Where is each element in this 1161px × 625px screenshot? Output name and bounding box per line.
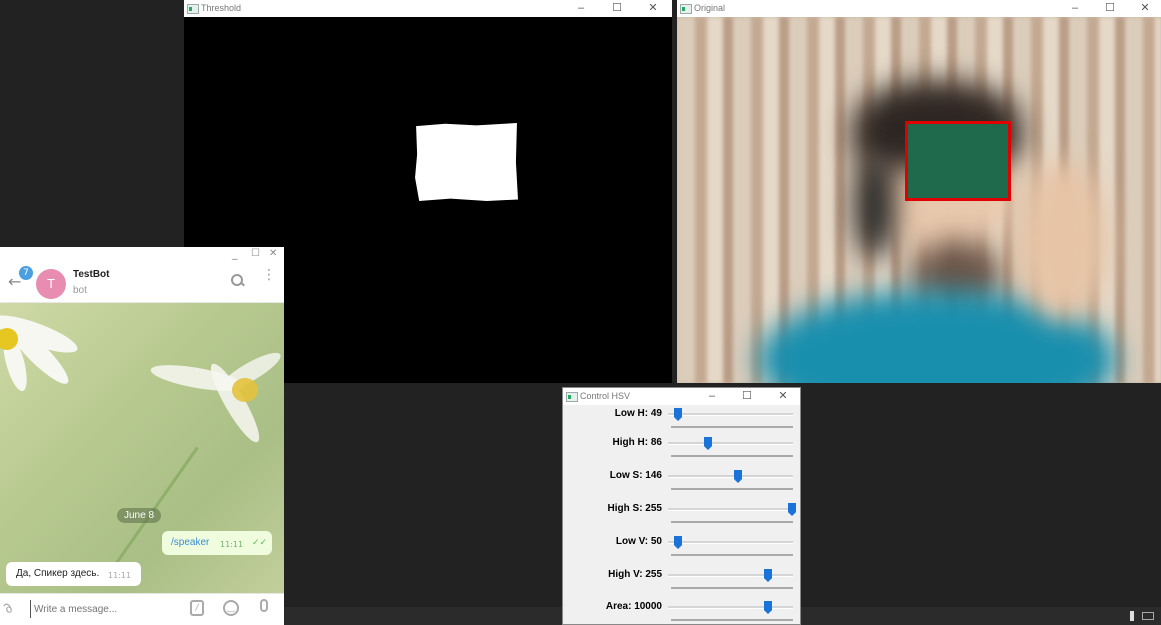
trackbar-row: High S: 255 <box>563 503 800 533</box>
notification-icon[interactable] <box>1130 611 1134 621</box>
message-time: 11:11 <box>108 571 132 580</box>
trackbar-scale <box>671 426 793 428</box>
trackbar-row: High H: 86 <box>563 437 800 467</box>
trackbar-row: Low S: 146 <box>563 470 800 500</box>
trackbar-label: Low H: 49 <box>614 408 662 419</box>
avatar[interactable]: T <box>36 269 66 299</box>
trackbar-label: High V: 255 <box>608 569 662 580</box>
window-app-icon <box>680 4 692 14</box>
bot-command-icon[interactable]: / <box>190 600 204 616</box>
trackbar-scale <box>671 587 793 589</box>
trackbar-row: Low V: 50 <box>563 536 800 566</box>
trackbar-thumb[interactable] <box>764 569 772 582</box>
trackbar-label: Low V: 50 <box>615 536 662 547</box>
close-icon[interactable]: ✕ <box>773 388 793 405</box>
maximize-icon[interactable]: ☐ <box>1100 0 1120 17</box>
trackbar-scale <box>671 488 793 490</box>
original-title: Original <box>694 3 726 13</box>
search-icon-handle <box>240 281 245 287</box>
minimize-icon[interactable]: – <box>1065 0 1085 17</box>
trackbar-track[interactable] <box>668 475 793 478</box>
composer: ∂ / ‿ <box>0 593 284 625</box>
more-menu-icon[interactable]: ⋮ <box>262 268 276 282</box>
incoming-message[interactable]: Да, Спикер здесь. 11:11 <box>6 562 141 586</box>
minimize-icon[interactable]: – <box>702 388 722 405</box>
minimize-icon[interactable]: _ <box>232 247 238 260</box>
trackbar-scale <box>671 619 793 621</box>
attach-icon[interactable]: ∂ <box>0 599 17 617</box>
chat-name[interactable]: TestBot <box>73 269 109 280</box>
trackbar-track[interactable] <box>668 508 793 511</box>
microphone-icon[interactable] <box>260 599 268 612</box>
original-window: Original – ☐ ✕ <box>677 0 1161 383</box>
threshold-titlebar[interactable]: Threshold – ☐ ✕ <box>184 0 672 17</box>
screen-icon[interactable] <box>1142 612 1154 620</box>
date-badge: June 8 <box>117 508 162 523</box>
original-titlebar[interactable]: Original – ☐ ✕ <box>677 0 1161 17</box>
telegram-window: _ ☐ ✕ ← 7 T TestBot bot ⋮ June 8 /speake… <box>0 247 284 625</box>
close-icon[interactable]: ✕ <box>1135 0 1155 17</box>
unread-badge: 7 <box>19 266 33 280</box>
read-check-icon: ✓✓ <box>252 538 268 548</box>
trackbar-label: High H: 86 <box>612 437 662 448</box>
maximize-icon[interactable]: ☐ <box>737 388 757 405</box>
trackbar-thumb[interactable] <box>788 503 796 516</box>
message-time: 11:11 <box>220 540 244 549</box>
outgoing-message[interactable]: /speaker 11:11 ✓✓ <box>162 531 272 555</box>
maximize-icon[interactable]: ☐ <box>251 248 260 259</box>
detection-box <box>905 121 1011 201</box>
trackbar-track[interactable] <box>668 442 793 445</box>
trackbar-label: High S: 255 <box>607 503 662 514</box>
trackbar-scale <box>671 455 793 457</box>
minimize-icon[interactable]: – <box>571 0 591 17</box>
trackbar-track[interactable] <box>668 606 793 609</box>
trackbar-track[interactable] <box>668 574 793 577</box>
trackbar-thumb[interactable] <box>734 470 742 483</box>
message-text[interactable]: /speaker <box>171 537 209 548</box>
trackbar-thumb[interactable] <box>674 536 682 549</box>
headphone-region <box>855 150 895 260</box>
window-app-icon <box>187 4 199 14</box>
hsv-titlebar[interactable]: Control HSV – ☐ ✕ <box>563 388 800 405</box>
trackbar-track[interactable] <box>668 413 793 416</box>
threshold-title: Threshold <box>201 3 242 13</box>
trackbar-track[interactable] <box>668 541 793 544</box>
trackbar-label: Low S: 146 <box>609 470 662 481</box>
maximize-icon[interactable]: ☐ <box>607 0 627 17</box>
trackbar-thumb[interactable] <box>674 408 682 421</box>
chat-status: bot <box>73 285 87 296</box>
message-text[interactable]: Да, Спикер здесь. <box>16 568 99 579</box>
message-input[interactable] <box>30 600 184 618</box>
close-icon[interactable]: ✕ <box>643 0 663 17</box>
trackbar-row: High V: 255 <box>563 569 800 599</box>
telegram-titlebar[interactable]: _ ☐ ✕ <box>0 247 284 263</box>
chat-header: ← 7 T TestBot bot ⋮ <box>0 263 284 303</box>
close-icon[interactable]: ✕ <box>269 248 277 259</box>
control-hsv-window: Control HSV – ☐ ✕ Low H: 49 High H: 86 Low… <box>562 387 801 625</box>
trackbar-thumb[interactable] <box>704 437 712 450</box>
trackbar-row: Area: 10000 <box>563 601 800 624</box>
trackbar-scale <box>671 554 793 556</box>
trackbar-label: Area: 10000 <box>605 601 662 612</box>
hsv-title: Control HSV <box>580 391 631 401</box>
window-app-icon <box>566 392 578 402</box>
emoji-icon[interactable]: ‿ <box>223 600 239 616</box>
trackbar-scale <box>671 521 793 523</box>
threshold-mask-blob <box>415 123 518 201</box>
trackbar-row: Low H: 49 <box>563 408 800 438</box>
chat-area: June 8 /speaker 11:11 ✓✓ Да, Спикер здес… <box>0 303 284 593</box>
daisy-center <box>232 378 258 402</box>
trackbar-thumb[interactable] <box>764 601 772 614</box>
hand-region <box>1017 160 1107 320</box>
